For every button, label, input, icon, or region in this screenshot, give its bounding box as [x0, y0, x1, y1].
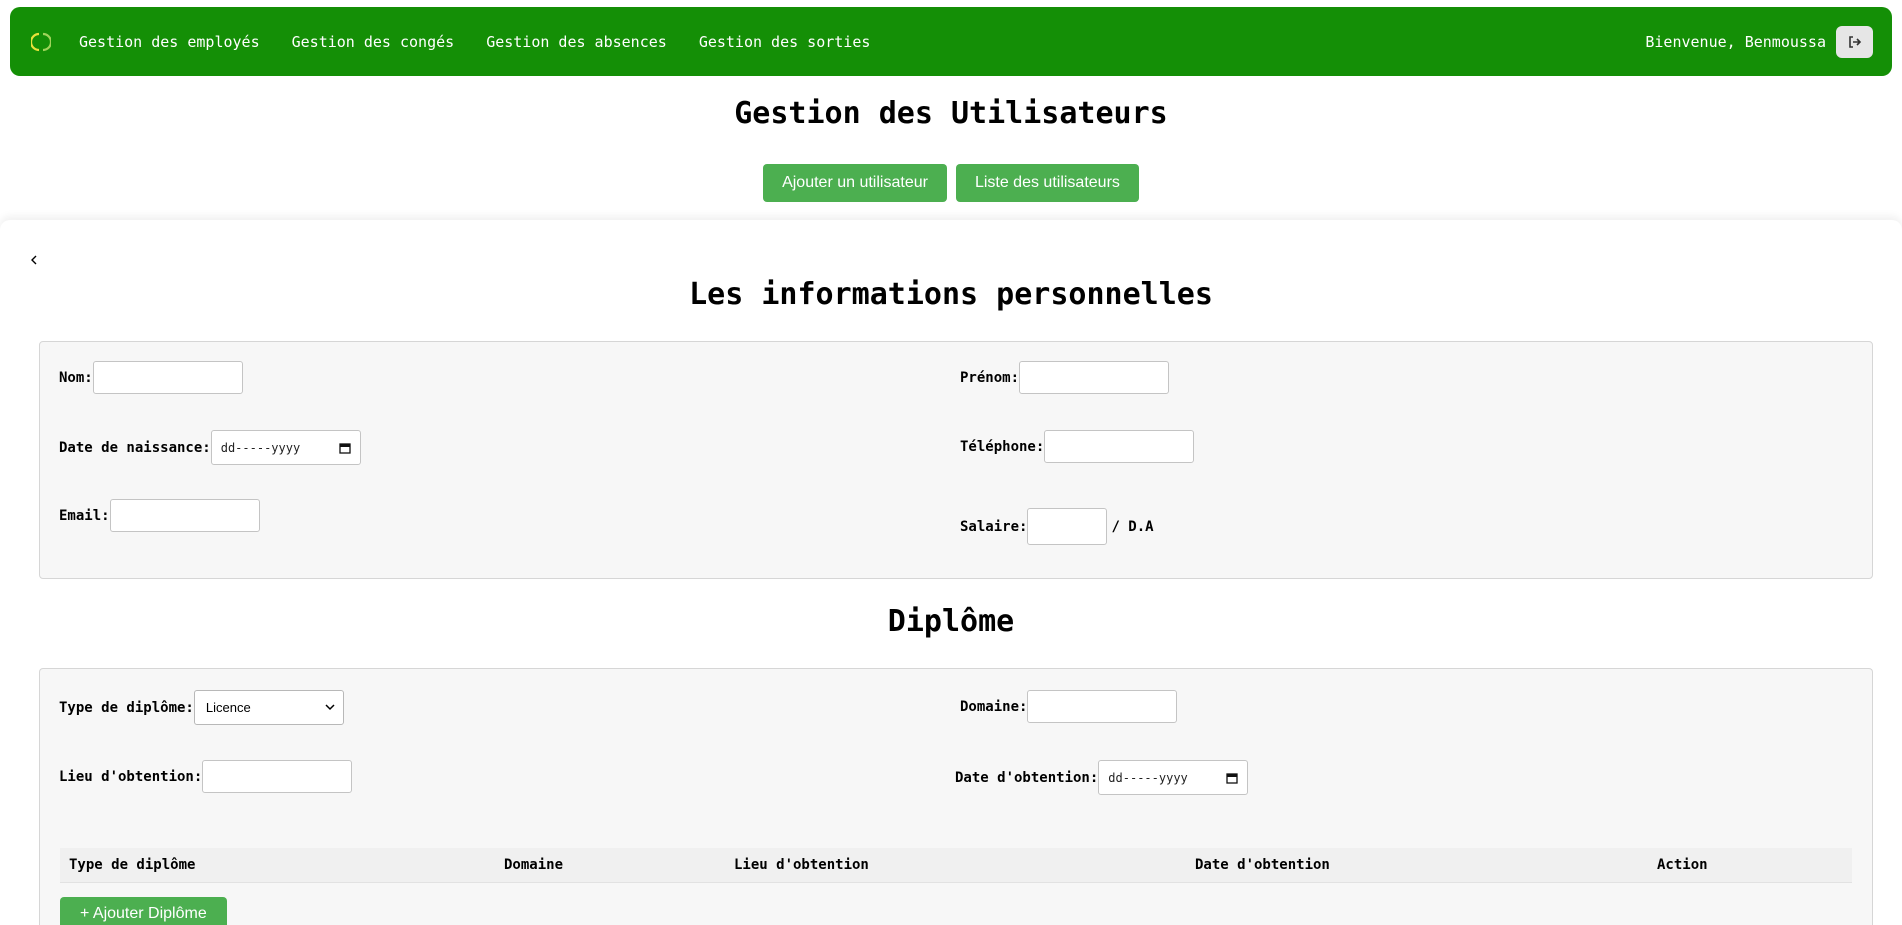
prenom-label: Prénom: [960, 369, 1020, 386]
salary-unit: / D.A [1111, 518, 1154, 535]
email-field: Email: [59, 499, 260, 532]
diplome-title: Diplôme [887, 604, 1015, 639]
phone-input[interactable] [1044, 430, 1195, 463]
list-users-button[interactable]: Liste des utilisateurs [955, 164, 1139, 202]
add-diplome-button[interactable]: + Ajouter Diplôme [60, 897, 227, 925]
phone-field: Téléphone: [960, 430, 1195, 463]
salary-field: Salaire: / D.A [960, 508, 1154, 545]
nav-gestion-sorties[interactable]: Gestion des sorties [699, 33, 871, 51]
nom-field: Nom: [59, 361, 243, 394]
nav-user-area: Bienvenue, Benmoussa [1645, 25, 1873, 58]
salary-label: Salaire: [960, 518, 1028, 535]
diplome-type-select[interactable]: Licence [193, 690, 344, 725]
email-label: Email: [59, 507, 110, 524]
lieu-field: Lieu d'obtention: [59, 760, 353, 793]
logout-icon [1848, 35, 1861, 48]
domaine-input[interactable] [1027, 690, 1178, 723]
nom-label: Nom: [59, 369, 93, 386]
birth-field: Date de naissance: dd-----yyyy [59, 430, 361, 465]
salary-input[interactable] [1027, 508, 1108, 545]
header-actions: Ajouter un utilisateur Liste des utilisa… [0, 164, 1902, 202]
nav-gestion-employes[interactable]: Gestion des employés [79, 33, 260, 51]
diplome-table-header: Type de diplôme Domaine Lieu d'obtention… [60, 848, 1852, 883]
calendar-icon[interactable] [1226, 772, 1238, 784]
prenom-input[interactable] [1019, 361, 1170, 394]
th-type: Type de diplôme [69, 857, 196, 873]
calendar-icon[interactable] [339, 442, 351, 454]
diplome-type-value: Licence [205, 700, 251, 715]
prenom-field: Prénom: [960, 361, 1170, 394]
diplome-type-label: Type de diplôme: [59, 699, 194, 716]
phone-label: Téléphone: [960, 438, 1045, 455]
diplome-panel: Type de diplôme: Licence Domaine: Lieu d… [39, 668, 1873, 925]
nav-gestion-absences[interactable]: Gestion des absences [486, 33, 667, 51]
nom-input[interactable] [92, 361, 243, 394]
domaine-field: Domaine: [960, 690, 1178, 723]
top-navbar: Gestion des employés Gestion des congés … [10, 7, 1892, 76]
add-user-button[interactable]: Ajouter un utilisateur [763, 164, 947, 202]
birth-label: Date de naissance: [59, 439, 211, 456]
th-date: Date d'obtention [1195, 857, 1330, 873]
birth-date-placeholder: dd-----yyyy [220, 440, 301, 455]
logout-button[interactable] [1836, 25, 1873, 58]
birth-date-input[interactable]: dd-----yyyy [210, 430, 361, 465]
lieu-input[interactable] [202, 760, 353, 793]
th-domaine: Domaine [504, 857, 564, 873]
th-lieu: Lieu d'obtention [734, 857, 869, 873]
obtention-date-input[interactable]: dd-----yyyy [1098, 760, 1249, 795]
lieu-label: Lieu d'obtention: [59, 768, 203, 785]
circle-logo-icon[interactable] [31, 32, 51, 52]
obtention-date-field: Date d'obtention: dd-----yyyy [955, 760, 1249, 795]
chevron-down-icon [325, 704, 335, 711]
user-form-card: Les informations personnelles Nom: Préno… [0, 220, 1902, 925]
obtention-date-placeholder: dd-----yyyy [1108, 770, 1188, 785]
nav-gestion-conges[interactable]: Gestion des congés [292, 33, 455, 51]
page-title: Gestion des Utilisateurs [734, 96, 1168, 131]
personal-info-panel: Nom: Prénom: Date de naissance: dd-----y… [39, 341, 1873, 579]
domaine-label: Domaine: [960, 698, 1028, 715]
back-chevron-icon[interactable] [30, 254, 38, 266]
email-input[interactable] [109, 499, 260, 532]
obtention-date-label: Date d'obtention: [955, 769, 1099, 786]
personal-info-title: Les informations personnelles [689, 277, 1213, 312]
th-action: Action [1657, 857, 1708, 873]
welcome-text: Bienvenue, Benmoussa [1645, 32, 1826, 51]
diplome-type-field: Type de diplôme: Licence [59, 690, 344, 725]
